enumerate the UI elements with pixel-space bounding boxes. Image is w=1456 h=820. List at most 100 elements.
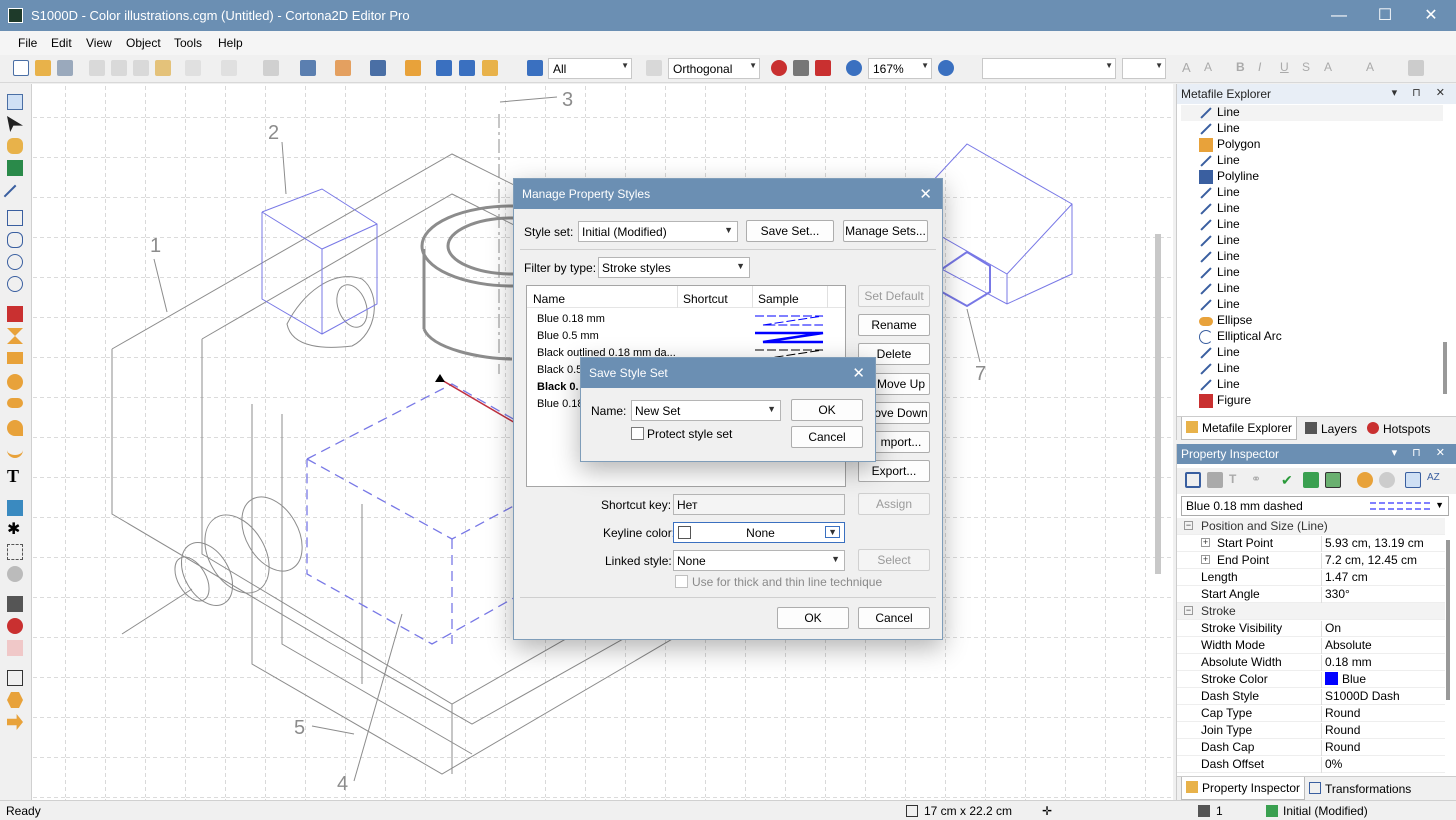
rectangle-tool-icon[interactable] <box>7 352 23 364</box>
projection-combo[interactable]: Orthogonal ▼ <box>668 58 760 79</box>
paste-icon[interactable] <box>133 60 149 76</box>
curve-tool-icon[interactable] <box>7 232 23 248</box>
shortcut-key-field[interactable]: Нет <box>673 494 845 515</box>
panel-pin-close-icon[interactable]: ▾ ⊓ ✕ <box>1392 446 1451 459</box>
zoom-selection-icon[interactable] <box>815 60 831 76</box>
polygon-fill-tool-icon[interactable] <box>7 306 23 322</box>
zoom-out-icon[interactable] <box>846 60 862 76</box>
minimize-button[interactable]: — <box>1316 0 1362 31</box>
save-set-button[interactable]: Save Set... <box>746 220 834 242</box>
tree-item[interactable]: Line <box>1200 249 1240 265</box>
maximize-button[interactable]: ☐ <box>1362 0 1408 31</box>
property-value[interactable]: Round <box>1321 740 1445 756</box>
menu-edit[interactable]: Edit <box>51 36 72 50</box>
underline-icon[interactable]: U <box>1280 60 1296 76</box>
close-icon[interactable]: ✕ <box>919 185 932 203</box>
tree-item[interactable]: Line <box>1200 233 1240 249</box>
props-scrollbar[interactable] <box>1446 540 1450 700</box>
zoom-tool-icon[interactable] <box>7 160 23 176</box>
select-tool-icon[interactable] <box>7 94 23 110</box>
tree-item[interactable]: Polyline <box>1199 169 1259 185</box>
zoom-reset-icon[interactable] <box>771 60 787 76</box>
paragraph-align-icon[interactable] <box>1408 60 1424 76</box>
move-icon[interactable] <box>436 60 452 76</box>
property-category[interactable]: − Position and Size (Line) <box>1177 518 1445 535</box>
tab-metafile-explorer[interactable]: Metafile Explorer <box>1181 417 1298 440</box>
link-props-icon[interactable]: ⚭ <box>1251 472 1267 488</box>
filter-type-combo[interactable]: Stroke styles ▼ <box>598 257 750 278</box>
vertical-scrollbar[interactable] <box>1155 234 1161 574</box>
property-row[interactable]: Dash Style S1000D Dash <box>1177 688 1445 705</box>
tree-item[interactable]: Line <box>1200 345 1240 361</box>
tree-item[interactable]: Line <box>1200 281 1240 297</box>
font-shrink-icon[interactable]: A <box>1204 60 1220 76</box>
open-folder-icon[interactable] <box>35 60 51 76</box>
column-shortcut[interactable]: Shortcut <box>683 292 728 306</box>
filter-combo[interactable]: All ▼ <box>548 58 632 79</box>
property-value[interactable]: 5.93 cm, 13.19 cm <box>1321 536 1445 552</box>
pie-tool-icon[interactable] <box>7 420 23 436</box>
strikethrough-icon[interactable]: S <box>1302 60 1318 76</box>
menu-help[interactable]: Help <box>218 36 243 50</box>
set-default-button[interactable]: Set Default <box>858 285 930 307</box>
filter-icon[interactable] <box>527 60 543 76</box>
check-icon[interactable]: ✔ <box>1281 472 1297 488</box>
fill-props-icon[interactable] <box>1207 472 1223 488</box>
tree-item[interactable]: Line <box>1200 201 1240 217</box>
tree-item[interactable]: Line <box>1200 217 1240 233</box>
property-row[interactable]: Dash Offset 0% <box>1177 756 1445 773</box>
symbol-tool-icon[interactable]: ✱ <box>7 522 23 538</box>
close-window-button[interactable]: ✕ <box>1408 0 1454 31</box>
tree-item[interactable]: Line <box>1200 153 1240 169</box>
pattern-tool-icon[interactable] <box>7 566 23 582</box>
set-name-combo[interactable]: New Set ▼ <box>631 400 781 421</box>
font-family-combo[interactable]: ▼ <box>982 58 1116 79</box>
text-tool-icon[interactable]: T <box>7 467 23 485</box>
menu-view[interactable]: View <box>86 36 112 50</box>
text-box-tool-icon[interactable] <box>7 670 23 686</box>
transform-icon[interactable] <box>482 60 498 76</box>
redo-icon[interactable] <box>221 60 237 76</box>
property-row[interactable]: Stroke Visibility On <box>1177 620 1445 637</box>
cancel-button[interactable]: Cancel <box>858 607 930 629</box>
order-icon[interactable] <box>405 60 421 76</box>
linked-style-combo[interactable]: None ▼ <box>673 550 845 571</box>
tree-item[interactable]: Figure <box>1199 393 1251 409</box>
save-ok-button[interactable]: OK <box>791 399 863 421</box>
star-tool-icon[interactable] <box>7 328 23 344</box>
property-value[interactable]: 0% <box>1321 757 1445 773</box>
tree-item[interactable]: Elliptical Arc <box>1199 329 1282 345</box>
bold-icon[interactable]: B <box>1236 60 1252 76</box>
wave-tool-icon[interactable] <box>7 442 23 458</box>
hotspot-tool-icon[interactable] <box>7 618 23 634</box>
tab-transformations[interactable]: Transformations <box>1305 780 1415 798</box>
property-row[interactable]: + Start Point 5.93 cm, 13.19 cm <box>1177 535 1445 552</box>
collapse-icon[interactable]: − <box>1184 521 1193 530</box>
direct-select-icon[interactable] <box>7 116 23 132</box>
expand-icon[interactable]: + <box>1201 538 1210 547</box>
property-value[interactable]: S1000D Dash <box>1321 689 1445 705</box>
property-value[interactable]: Blue <box>1321 672 1445 688</box>
tab-property-inspector[interactable]: Property Inspector <box>1181 777 1306 800</box>
pan-hand-icon[interactable] <box>7 138 23 154</box>
zoom-in-icon[interactable] <box>938 60 954 76</box>
property-row[interactable]: Length 1.47 cm <box>1177 569 1445 586</box>
property-row[interactable]: Stroke Color Blue <box>1177 671 1445 688</box>
close-icon[interactable]: ✕ <box>852 364 865 382</box>
eraser-tool-icon[interactable] <box>7 640 23 656</box>
stroke-props-icon[interactable] <box>1185 472 1201 488</box>
categorized-icon[interactable] <box>1405 472 1421 488</box>
tree-item[interactable]: Line <box>1200 185 1240 201</box>
property-value[interactable]: Absolute <box>1321 638 1445 654</box>
polyline-tool-icon[interactable] <box>7 210 23 226</box>
property-row[interactable]: Join Type Round <box>1177 722 1445 739</box>
arrow-tool-icon[interactable] <box>7 714 23 730</box>
save-cancel-button[interactable]: Cancel <box>791 426 863 448</box>
scale-icon[interactable] <box>459 60 475 76</box>
style-list-item[interactable]: Blue 0.5 mm <box>537 330 675 342</box>
protect-style-set-checkbox[interactable] <box>631 427 644 440</box>
arrange-icon[interactable] <box>335 60 351 76</box>
text-style-icon[interactable]: A <box>1366 60 1382 76</box>
menu-file[interactable]: File <box>18 36 37 50</box>
export-button[interactable]: Export... <box>858 460 930 482</box>
